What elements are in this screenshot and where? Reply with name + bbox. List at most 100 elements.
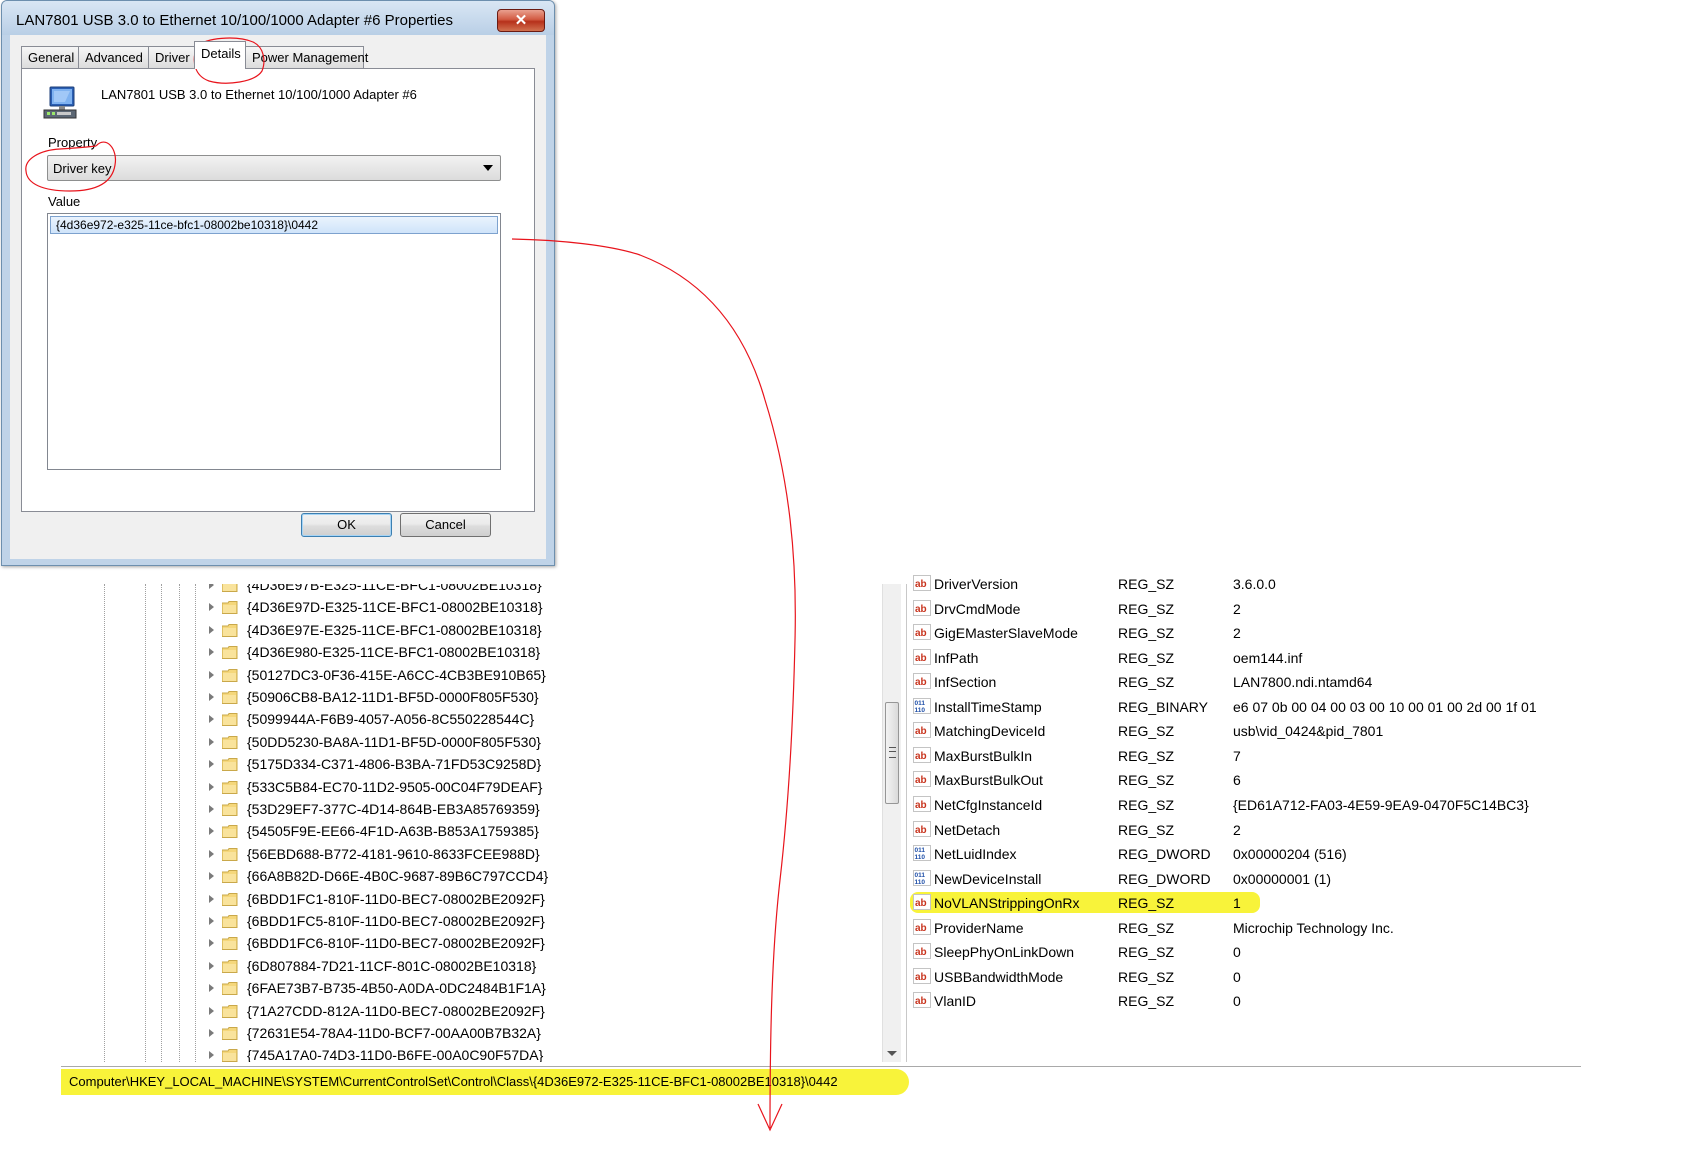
registry-value-row[interactable]: ab NoVLANStrippingOnRx REG_SZ 1 bbox=[908, 892, 1698, 915]
scrollbar-thumb[interactable] bbox=[885, 702, 899, 804]
expand-arrow-icon[interactable] bbox=[209, 603, 214, 612]
registry-value-row[interactable]: ab DriverVersion REG_SZ 3.6.0.0 bbox=[908, 573, 1698, 596]
value-data: {ED61A712-FA03-4E59-9EA9-0470F5C14BC3} bbox=[1233, 796, 1529, 813]
value-name: NetCfgInstanceId bbox=[934, 796, 1043, 813]
expand-arrow-icon[interactable] bbox=[209, 625, 214, 634]
expand-arrow-icon[interactable] bbox=[209, 1006, 214, 1015]
registry-value-row[interactable]: ab NetCfgInstanceId REG_SZ {ED61A712-FA03-4… bbox=[908, 794, 1698, 817]
expand-arrow-icon[interactable] bbox=[209, 584, 214, 589]
tree-item[interactable]: {5099944A-F6B9-4057-A056-8C550228544C} bbox=[67, 709, 867, 730]
value-type: REG_SZ bbox=[1118, 993, 1175, 1010]
registry-value-row[interactable]: ab NetDetach REG_SZ 2 bbox=[908, 819, 1698, 842]
property-dropdown[interactable]: Driver key bbox=[47, 155, 501, 181]
tree-item[interactable]: {6BDD1FC1-810F-11D0-BEC7-08002BE2092F} bbox=[67, 889, 867, 910]
expand-arrow-icon[interactable] bbox=[209, 805, 214, 813]
tree-item[interactable]: {71A27CDD-812A-11D0-BEC7-08002BE2092F} bbox=[67, 1001, 867, 1022]
registry-value-row[interactable]: ab ProviderName REG_SZ Microchip Technology… bbox=[908, 917, 1698, 940]
dialog-title: LAN7801 USB 3.0 to Ethernet 10/100/1000 … bbox=[16, 12, 453, 29]
expand-arrow-icon[interactable] bbox=[209, 894, 214, 903]
tree-item[interactable]: {56EBD688-B772-4181-9610-8633FCEE988D} bbox=[67, 844, 867, 865]
tab-advanced[interactable]: Advanced bbox=[78, 46, 149, 68]
value-data: 3.6.0.0 bbox=[1233, 576, 1276, 592]
value-type: REG_SZ bbox=[1118, 772, 1175, 789]
expand-arrow-icon[interactable] bbox=[209, 760, 214, 769]
expand-arrow-icon[interactable] bbox=[209, 782, 214, 791]
registry-value-row[interactable]: ab USBBandwidthMode REG_SZ 0 bbox=[908, 966, 1698, 989]
tree-item[interactable]: {533C5B84-EC70-11D2-9505-00C04F79DEAF} bbox=[67, 777, 867, 798]
expand-arrow-icon[interactable] bbox=[209, 984, 214, 993]
registry-value-row[interactable]: 011 110 InstallTimeStamp REG_BINARY e6 07 0b… bbox=[908, 696, 1698, 719]
tree-item[interactable]: {6D807884-7D21-11CF-801C-08002BE10318} bbox=[67, 956, 867, 977]
value-name: NetLuidIndex bbox=[934, 846, 1017, 863]
expand-arrow-icon[interactable] bbox=[209, 939, 214, 948]
expand-arrow-icon[interactable] bbox=[209, 849, 214, 858]
registry-value-row[interactable]: ab DrvCmdMode REG_SZ 2 bbox=[908, 598, 1698, 621]
value-list-item[interactable]: {4d36e972-e325-11ce-bfc1-08002be10318}\0… bbox=[50, 216, 498, 234]
tree-item[interactable]: {66A8B82D-D66E-4B0C-9687-89B6C797CCD4} bbox=[67, 866, 867, 887]
registry-value-row[interactable]: ab MaxBurstBulkOut REG_SZ 6 bbox=[908, 769, 1698, 792]
expand-arrow-icon[interactable] bbox=[209, 693, 214, 701]
cancel-button[interactable]: Cancel bbox=[400, 513, 491, 537]
registry-value-row[interactable]: ab InfSection REG_SZ LAN7800.ndi.ntamd64 bbox=[908, 671, 1698, 694]
tab-power-management[interactable]: Power Management bbox=[245, 46, 368, 68]
expand-arrow-icon[interactable] bbox=[209, 715, 214, 724]
tree-item[interactable]: {50127DC3-0F36-415E-A6CC-4CB3BE910B65} bbox=[67, 665, 867, 686]
tree-item[interactable]: {53D29EF7-377C-4D14-864B-EB3A85769359} bbox=[67, 799, 867, 820]
value-data: 0x00000204 (516) bbox=[1233, 846, 1347, 863]
tree-item[interactable]: {6BDD1FC5-810F-11D0-BEC7-08002BE2092F} bbox=[67, 911, 867, 932]
registry-value-row[interactable]: ab GigEMasterSlaveMode REG_SZ 2 bbox=[908, 622, 1698, 645]
value-list[interactable]: {4d36e972-e325-11ce-bfc1-08002be10318}\0… bbox=[47, 213, 501, 470]
expand-arrow-icon[interactable] bbox=[209, 961, 214, 970]
expand-arrow-icon[interactable] bbox=[209, 1029, 214, 1037]
tab-general[interactable]: General bbox=[21, 46, 79, 68]
tree-item[interactable]: {4D36E97D-E325-11CE-BFC1-08002BE10318} bbox=[67, 597, 867, 618]
dialog-titlebar[interactable]: LAN7801 USB 3.0 to Ethernet 10/100/1000 … bbox=[2, 1, 554, 35]
string-value-icon: ab bbox=[913, 918, 931, 935]
ok-button[interactable]: OK bbox=[301, 513, 392, 537]
expand-arrow-icon[interactable] bbox=[209, 1051, 214, 1060]
registry-value-row[interactable]: 011 110 NewDeviceInstall REG_DWORD 0x0000000… bbox=[908, 868, 1698, 891]
scroll-down-arrow-icon[interactable] bbox=[887, 1051, 897, 1056]
tree-item[interactable]: {50906CB8-BA12-11D1-BF5D-0000F805F530} bbox=[67, 687, 867, 708]
tree-item[interactable]: {6BDD1FC6-810F-11D0-BEC7-08002BE2092F} bbox=[67, 933, 867, 954]
registry-value-row[interactable]: ab SleepPhyOnLinkDown REG_SZ 0 bbox=[908, 941, 1698, 964]
tree-item[interactable]: {745A17A0-74D3-11D0-B6FE-00A0C90F57DA} bbox=[67, 1045, 867, 1062]
registry-value-row[interactable]: ab MaxBurstBulkIn REG_SZ 7 bbox=[908, 745, 1698, 768]
registry-values-list[interactable]: ab DriverVersion REG_SZ 3.6.0.0 ab DrvCmdMode… bbox=[908, 575, 1698, 1062]
expand-arrow-icon[interactable] bbox=[209, 670, 214, 679]
expand-arrow-icon[interactable] bbox=[209, 648, 214, 657]
tree-item[interactable]: {4D36E97E-E325-11CE-BFC1-08002BE10318} bbox=[67, 620, 867, 641]
tab-details[interactable]: Details bbox=[194, 41, 246, 69]
registry-key-tree[interactable]: {4D36E97B-E325-11CE-BFC1-08002BE10318} {4… bbox=[67, 584, 900, 1062]
registry-value-row[interactable]: ab VlanID REG_SZ 0 bbox=[908, 990, 1698, 1013]
registry-value-row[interactable]: 011 110 NetLuidIndex REG_DWORD 0x00000204 (5… bbox=[908, 843, 1698, 866]
tree-item[interactable]: {50DD5230-BA8A-11D1-BF5D-0000F805F530} bbox=[67, 732, 867, 753]
expand-arrow-icon[interactable] bbox=[209, 827, 214, 836]
tab-driver[interactable]: Driver bbox=[148, 46, 197, 68]
expand-arrow-icon[interactable] bbox=[209, 917, 214, 925]
value-label: Value bbox=[48, 194, 81, 209]
tree-item[interactable]: {5175D334-C371-4806-B3BA-71FD53C9258D} bbox=[67, 754, 867, 775]
tree-item[interactable]: {54505F9E-EE66-4F1D-A63B-B853A1759385} bbox=[67, 821, 867, 842]
close-button[interactable]: ✕ bbox=[497, 9, 545, 32]
tree-item[interactable]: {6FAE73B7-B735-4B50-A0DA-0DC2484B1F1A} bbox=[67, 978, 867, 999]
expand-arrow-icon[interactable] bbox=[209, 872, 214, 881]
registry-value-row[interactable]: ab InfPath REG_SZ oem144.inf bbox=[908, 647, 1698, 670]
svg-text:ab: ab bbox=[915, 579, 927, 590]
binary-value-icon: 011 110 bbox=[913, 845, 931, 862]
status-bar: Computer\HKEY_LOCAL_MACHINE\SYSTEM\Curre… bbox=[61, 1066, 1581, 1099]
pane-splitter[interactable] bbox=[906, 584, 907, 1062]
value-type: REG_SZ bbox=[1118, 723, 1175, 740]
tree-item[interactable]: {4D36E980-E325-11CE-BFC1-08002BE10318} bbox=[67, 642, 867, 663]
folder-icon bbox=[221, 982, 238, 996]
svg-text:ab: ab bbox=[915, 972, 927, 983]
tree-item[interactable]: {4D36E97B-E325-11CE-BFC1-08002BE10318} bbox=[67, 584, 867, 596]
value-name: DriverVersion bbox=[934, 576, 1019, 592]
registry-value-row[interactable]: ab MatchingDeviceId REG_SZ usb\vid_0424&pid… bbox=[908, 720, 1698, 743]
property-selected-value: Driver key bbox=[53, 161, 112, 176]
folder-icon bbox=[221, 847, 238, 861]
expand-arrow-icon[interactable] bbox=[209, 737, 214, 746]
value-type: REG_SZ bbox=[1118, 919, 1175, 936]
tree-vertical-scrollbar[interactable] bbox=[882, 584, 901, 1062]
tree-item[interactable]: {72631E54-78A4-11D0-BCF7-00AA00B7B32A} bbox=[67, 1023, 867, 1044]
